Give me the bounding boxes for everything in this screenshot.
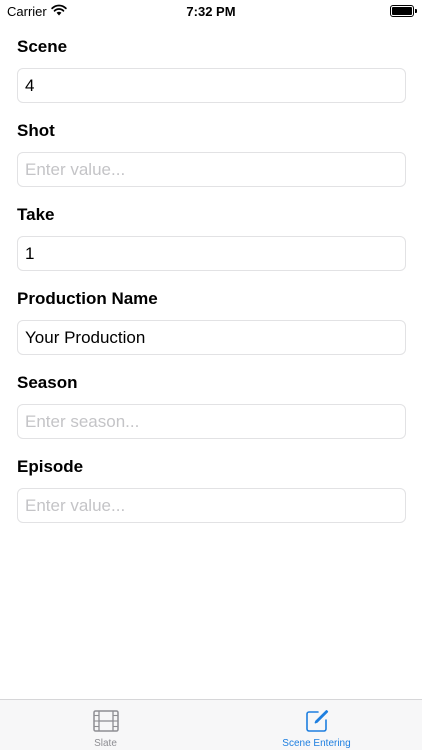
season-label: Season [17, 373, 78, 392]
shot-label: Shot [17, 121, 55, 140]
scene-form: Scene Shot Take Production Name Season E… [17, 36, 406, 540]
take-label: Take [17, 205, 55, 224]
tab-slate-label: Slate [94, 738, 117, 749]
episode-label: Episode [17, 457, 84, 476]
battery-icon [390, 5, 417, 17]
status-bar: Carrier 7:32 PM [0, 0, 422, 22]
status-right [390, 5, 417, 17]
season-input[interactable] [17, 404, 406, 439]
tab-scene-entering-label: Scene Entering [282, 738, 351, 749]
scene-input[interactable] [17, 68, 406, 103]
status-time: 7:32 PM [186, 4, 236, 19]
film-icon [92, 709, 119, 733]
scene-entering-screen: Carrier 7:32 PM Scene Shot Take Producti… [0, 0, 422, 750]
battery-fill [392, 7, 412, 15]
tab-scene-entering[interactable]: Scene Entering [211, 700, 422, 750]
tab-bar: Slate Scene Entering [0, 699, 422, 750]
shot-input[interactable] [17, 152, 406, 187]
episode-input[interactable] [17, 488, 406, 523]
take-input[interactable] [17, 236, 406, 271]
tab-slate[interactable]: Slate [0, 700, 211, 750]
scene-label: Scene [17, 37, 68, 56]
production-name-label: Production Name [17, 289, 158, 308]
production-name-input[interactable] [17, 320, 406, 355]
edit-icon [304, 709, 330, 733]
